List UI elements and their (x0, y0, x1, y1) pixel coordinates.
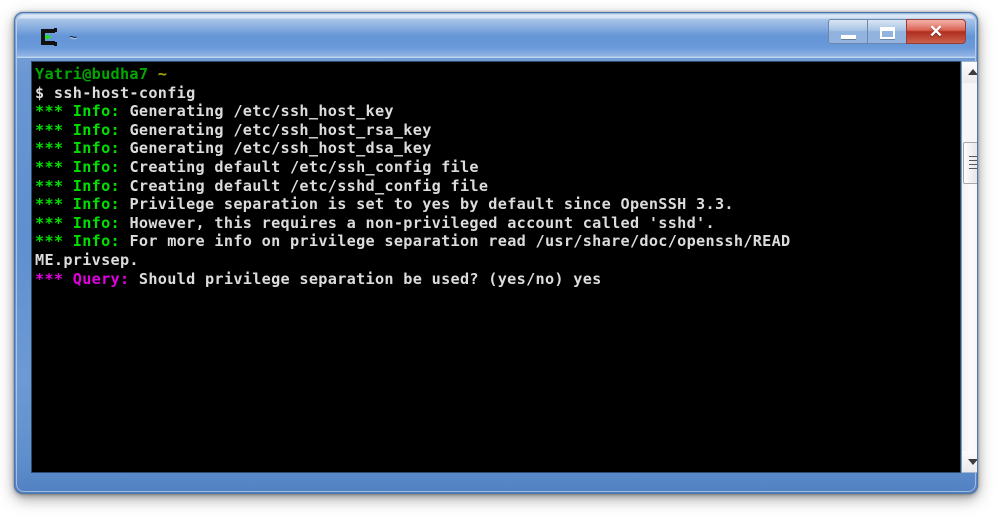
minimize-button[interactable] (828, 19, 867, 44)
terminal-line: *** Info: Generating /etc/ssh_host_rsa_k… (35, 121, 947, 140)
terminal-output: Yatri@budha7 ~ $ ssh-host-config *** Info:… (35, 65, 947, 471)
terminal-text-segment: Privilege separation is set to yes by de… (120, 195, 734, 214)
terminal-text-segment: Yatri@budha7 (35, 65, 158, 83)
terminal-text-segment: ~ (157, 65, 168, 83)
terminal-text-segment: Generating /etc/ssh_host_key (120, 102, 394, 121)
terminal-text-segment: However, this requires a non-privileged … (120, 213, 715, 232)
terminal-text-segment: Generating /etc/ssh_host_rsa_key (120, 120, 432, 139)
scrollbar-track-upper[interactable] (963, 83, 977, 142)
terminal-text-segment: *** Info: (35, 213, 120, 232)
terminal-text-segment: Creating default /etc/sshd_config file (120, 176, 489, 195)
terminal-text-segment: *** Info: (35, 139, 120, 158)
scroll-up-button[interactable] (962, 62, 977, 83)
terminal-text-segment: *** Info: (35, 120, 120, 139)
scroll-down-button[interactable] (962, 451, 977, 472)
terminal-line: *** Info: However, this requires a non-p… (35, 214, 947, 233)
terminal-text-segment: *** Info: (35, 102, 120, 121)
terminal-text-segment: *** Info: (35, 157, 120, 176)
vertical-scrollbar[interactable] (961, 61, 977, 473)
window-controls: ✕ (828, 19, 966, 44)
chevron-down-icon (968, 459, 977, 465)
terminal-client-area[interactable]: Yatri@budha7 ~ $ ssh-host-config *** Info:… (31, 61, 961, 473)
terminal-line: $ ssh-host-config (35, 84, 947, 103)
terminal-line: *** Info: Privilege separation is set to… (35, 195, 947, 214)
terminal-text-segment: *** Info: (35, 195, 120, 214)
terminal-line: Yatri@budha7 ~ (35, 65, 947, 84)
scrollbar-grip-icon (969, 155, 977, 169)
terminal-text-segment: For more info on privilege separation re… (120, 232, 791, 251)
window-title: ~ (69, 29, 78, 45)
title-bar[interactable]: ~ ✕ (17, 15, 975, 58)
minimize-icon (841, 35, 856, 39)
scrollbar-thumb[interactable] (963, 141, 977, 184)
terminal-line: *** Info: Generating /etc/ssh_host_key (35, 102, 947, 121)
terminal-text-segment: Creating default /etc/ssh_config file (120, 157, 479, 176)
cygwin-terminal-icon (39, 26, 61, 48)
terminal-line: *** Info: For more info on privilege sep… (35, 232, 947, 251)
screen: ~ ✕ Yatri@budha7 ~ $ ssh-host-config *** I… (0, 0, 1000, 524)
terminal-text-segment: Generating /etc/ssh_host_dsa_key (120, 139, 432, 158)
close-icon: ✕ (928, 22, 944, 41)
chevron-up-icon (968, 69, 977, 75)
terminal-line: *** Info: Creating default /etc/sshd_con… (35, 177, 947, 196)
terminal-text-segment: *** Query: (35, 269, 130, 288)
terminal-text-segment: $ ssh-host-config (35, 83, 196, 102)
maximize-button[interactable] (867, 19, 906, 44)
terminal-line: ME.privsep. (35, 251, 947, 270)
terminal-text-segment: *** Info: (35, 232, 120, 251)
terminal-line: *** Info: Creating default /etc/ssh_conf… (35, 158, 947, 177)
maximize-icon (880, 27, 895, 39)
terminal-text-segment: ME.privsep. (35, 250, 139, 269)
close-button[interactable]: ✕ (906, 19, 966, 44)
terminal-line: *** Query: Should privilege separation b… (35, 270, 947, 289)
terminal-text-segment: Should privilege separation be used? (ye… (129, 269, 602, 288)
terminal-text-segment: *** Info: (35, 176, 120, 195)
terminal-line: *** Info: Generating /etc/ssh_host_dsa_k… (35, 139, 947, 158)
terminal-window: ~ ✕ Yatri@budha7 ~ $ ssh-host-config *** I… (14, 12, 978, 494)
